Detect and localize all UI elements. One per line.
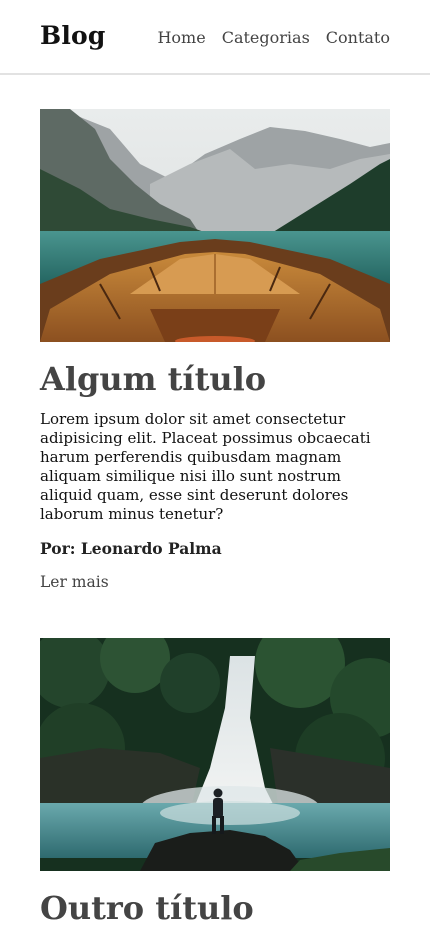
main-nav: Home Categorias Contato [157,28,390,47]
read-more-link[interactable]: Ler mais [40,573,109,591]
post-author: Por: Leonardo Palma [40,539,222,559]
nav-link-home[interactable]: Home [157,28,205,47]
post-card: Outro título [40,638,390,926]
post-title: Algum título [40,360,267,398]
post-image [40,638,390,871]
site-header: Blog Home Categorias Contato [0,0,430,75]
post-card: Algum título Lorem ipsum dolor sit amet … [40,109,390,591]
post-image [40,109,390,342]
nav-link-contato[interactable]: Contato [326,28,390,47]
site-brand[interactable]: Blog [40,21,106,50]
nav-link-categorias[interactable]: Categorias [222,28,310,47]
post-title: Outro título [40,889,254,927]
post-excerpt: Lorem ipsum dolor sit amet consectetur a… [40,410,371,524]
